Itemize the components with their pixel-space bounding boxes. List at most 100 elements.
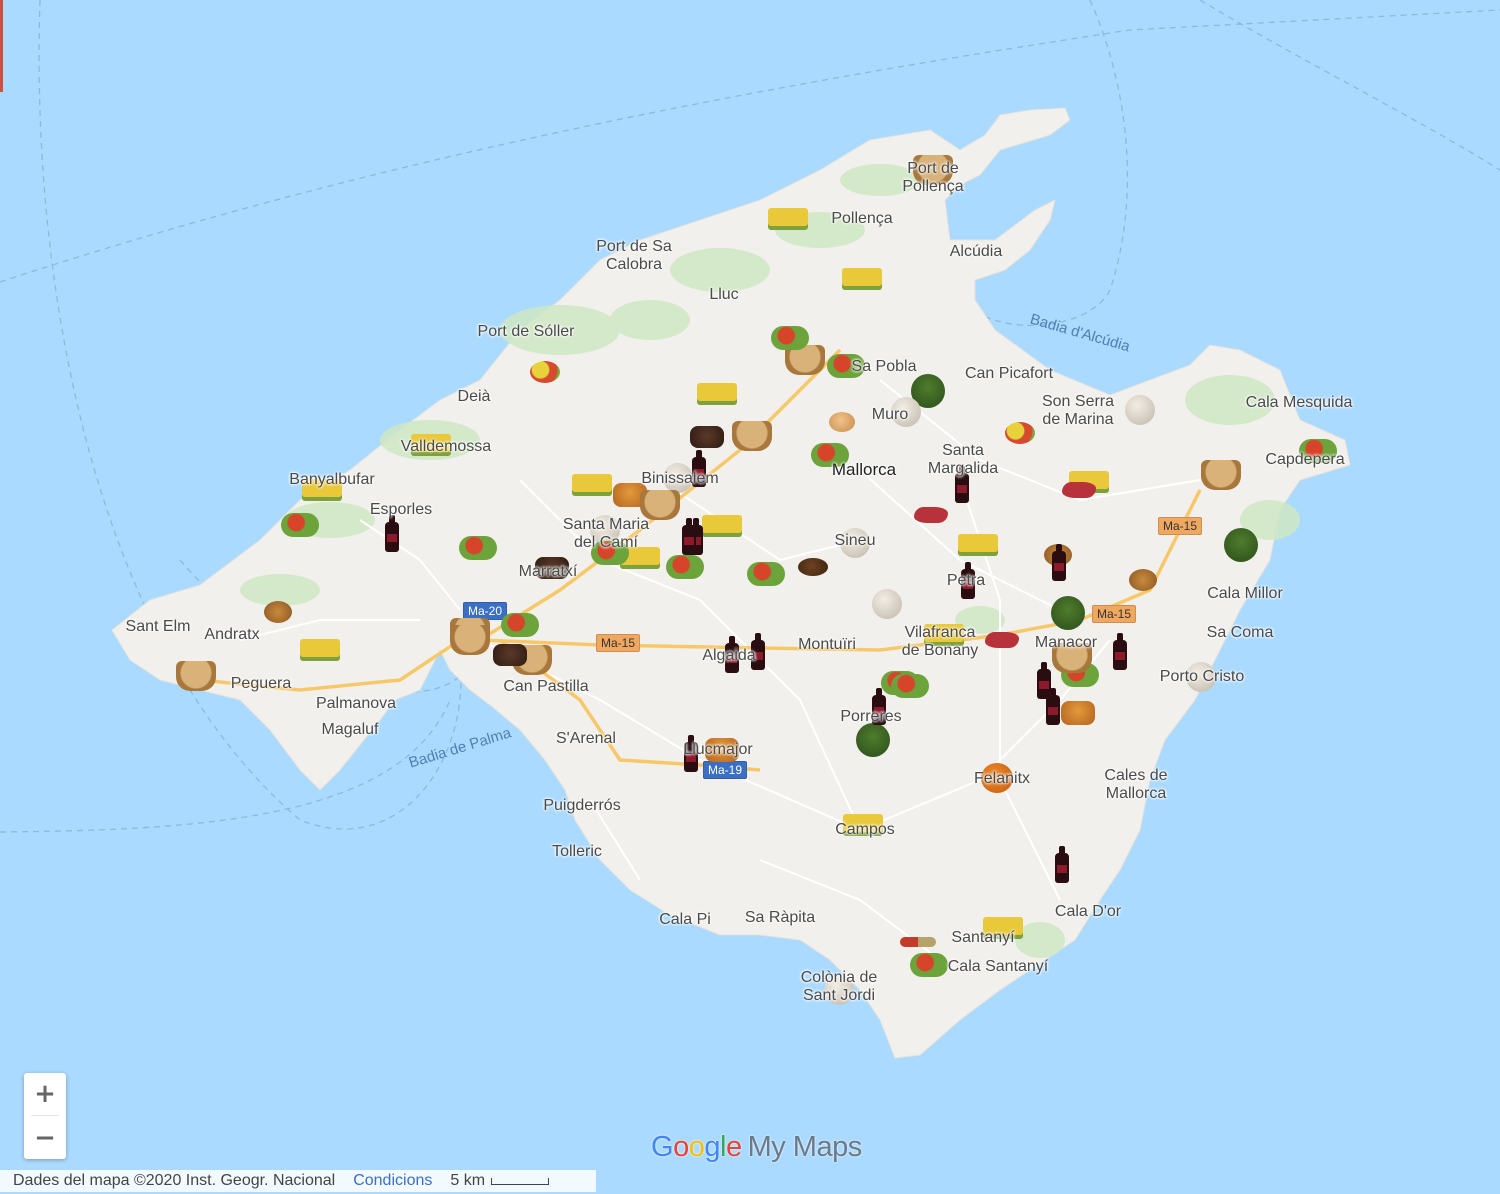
place-label: Tolleric bbox=[552, 843, 602, 860]
zoom-out-button[interactable]: − bbox=[24, 1117, 66, 1159]
basket-icon[interactable] bbox=[176, 661, 216, 691]
chocolate-icon[interactable] bbox=[493, 644, 527, 666]
cheese-icon[interactable] bbox=[702, 515, 742, 533]
wine-icon[interactable] bbox=[1113, 633, 1127, 670]
logo-letter: g bbox=[704, 1130, 720, 1163]
logo-product-name: My Maps bbox=[747, 1130, 863, 1163]
veg-icon[interactable] bbox=[459, 536, 497, 560]
meat-icon[interactable] bbox=[985, 632, 1019, 648]
veg-icon[interactable] bbox=[747, 562, 785, 586]
place-label: S'Arenal bbox=[556, 730, 616, 747]
place-label: Cala D'or bbox=[1054, 903, 1122, 920]
place-label: Sa Coma bbox=[1206, 624, 1274, 641]
place-label: Mallorca bbox=[831, 460, 897, 479]
place-label: Palmanova bbox=[315, 695, 397, 712]
place-label: Magaluf bbox=[321, 721, 379, 738]
place-label: Can Pastilla bbox=[503, 678, 589, 695]
bread-icon[interactable] bbox=[1125, 395, 1155, 425]
logo-letter: o bbox=[673, 1130, 689, 1163]
place-label: Vilafranca de Bonany bbox=[901, 624, 979, 659]
fruit-icon[interactable] bbox=[530, 361, 560, 383]
wine-icon[interactable] bbox=[385, 515, 399, 552]
basket-icon[interactable] bbox=[1201, 460, 1241, 490]
cheese-icon[interactable] bbox=[572, 474, 612, 492]
side-panel-edge[interactable] bbox=[0, 0, 3, 92]
logo-letter: o bbox=[688, 1130, 705, 1163]
place-label: Andratx bbox=[204, 626, 260, 643]
road-shield: Ma-15 bbox=[1091, 605, 1137, 623]
place-label: Llucmajor bbox=[683, 741, 753, 758]
veg-icon[interactable] bbox=[666, 555, 704, 579]
veg-icon[interactable] bbox=[910, 953, 948, 977]
place-label: Peguera bbox=[230, 675, 292, 692]
meat-icon[interactable] bbox=[1062, 482, 1096, 498]
place-label: Colònia de Sant Jordi bbox=[800, 969, 878, 1004]
cheese-icon[interactable] bbox=[842, 268, 882, 286]
nuts-icon[interactable] bbox=[264, 601, 292, 623]
veg-icon[interactable] bbox=[281, 513, 319, 537]
place-label: Sa Ràpita bbox=[744, 909, 816, 926]
wine-icon[interactable] bbox=[682, 518, 696, 555]
place-label: Esporles bbox=[369, 501, 433, 518]
spice-icon[interactable] bbox=[900, 937, 936, 947]
basket-icon[interactable] bbox=[450, 625, 490, 655]
eggs-icon[interactable] bbox=[829, 412, 855, 432]
road-shield: Ma-15 bbox=[1157, 517, 1203, 535]
place-label: Santa Margalida bbox=[927, 442, 999, 477]
map-attribution-bar: Dades del mapa ©2020 Inst. Geogr. Nacion… bbox=[0, 1170, 596, 1192]
meat-icon[interactable] bbox=[914, 507, 948, 523]
coffee-icon[interactable] bbox=[798, 558, 828, 576]
place-label: Alcúdia bbox=[949, 243, 1003, 260]
place-label: Manacor bbox=[1034, 634, 1098, 651]
zoom-in-button[interactable]: + bbox=[24, 1073, 66, 1115]
fruit-icon[interactable] bbox=[1005, 422, 1035, 444]
veg-icon[interactable] bbox=[501, 613, 539, 637]
place-label: Algaida bbox=[702, 647, 756, 664]
place-label: Port de Sa Calobra bbox=[596, 238, 672, 273]
place-label: Capdepera bbox=[1265, 451, 1345, 468]
scale-label: 5 km bbox=[450, 1172, 486, 1189]
lettuce-icon[interactable] bbox=[856, 723, 890, 757]
lettuce-icon[interactable] bbox=[1224, 528, 1258, 562]
basket-icon[interactable] bbox=[732, 421, 772, 451]
map-data-credit: Dades del mapa ©2020 Inst. Geogr. Nacion… bbox=[13, 1172, 336, 1189]
wine-icon[interactable] bbox=[1052, 544, 1066, 581]
place-label: Cala Pi bbox=[659, 911, 711, 928]
place-label: Deià bbox=[457, 388, 491, 405]
wine-icon[interactable] bbox=[1055, 846, 1069, 883]
veg-icon[interactable] bbox=[891, 674, 929, 698]
place-label: Petra bbox=[946, 572, 986, 589]
wine-icon[interactable] bbox=[1046, 688, 1060, 725]
nuts-icon[interactable] bbox=[1129, 569, 1157, 591]
scale-control[interactable]: 5 km bbox=[450, 1172, 550, 1190]
scale-bar-icon bbox=[491, 1177, 550, 1185]
place-label: Porto Cristo bbox=[1159, 668, 1245, 685]
place-label: Cala Mesquida bbox=[1245, 394, 1353, 411]
place-label: Campos bbox=[835, 821, 895, 838]
place-label: Can Picafort bbox=[964, 365, 1054, 382]
chocolate-icon[interactable] bbox=[690, 426, 724, 448]
terms-link[interactable]: Condicions bbox=[353, 1172, 432, 1190]
road-shield: Ma-15 bbox=[595, 634, 641, 652]
place-label: Lluc bbox=[709, 286, 739, 303]
cheese-icon[interactable] bbox=[958, 534, 998, 552]
place-label: Puigderrós bbox=[543, 797, 621, 814]
cheese-icon[interactable] bbox=[768, 208, 808, 226]
zoom-control: + − bbox=[24, 1073, 66, 1159]
cheese-icon[interactable] bbox=[300, 639, 340, 657]
place-label: Cala Millor bbox=[1207, 585, 1283, 602]
place-label: Muro bbox=[871, 406, 909, 423]
veg-icon[interactable] bbox=[771, 326, 809, 350]
place-label: Marratxí bbox=[518, 563, 578, 580]
place-label: Porreres bbox=[840, 708, 902, 725]
pastry-icon[interactable] bbox=[1061, 701, 1095, 725]
place-label: Sant Elm bbox=[125, 618, 191, 635]
lettuce-icon[interactable] bbox=[1051, 596, 1085, 630]
place-label: Cala Santanyí bbox=[947, 958, 1049, 975]
bread-icon[interactable] bbox=[872, 589, 902, 619]
place-label: Binissalem bbox=[641, 470, 719, 487]
place-label: Santa Maria del Camí bbox=[562, 516, 650, 551]
zoom-divider bbox=[31, 1115, 59, 1116]
place-label: Valldemossa bbox=[400, 438, 492, 455]
cheese-icon[interactable] bbox=[697, 383, 737, 401]
